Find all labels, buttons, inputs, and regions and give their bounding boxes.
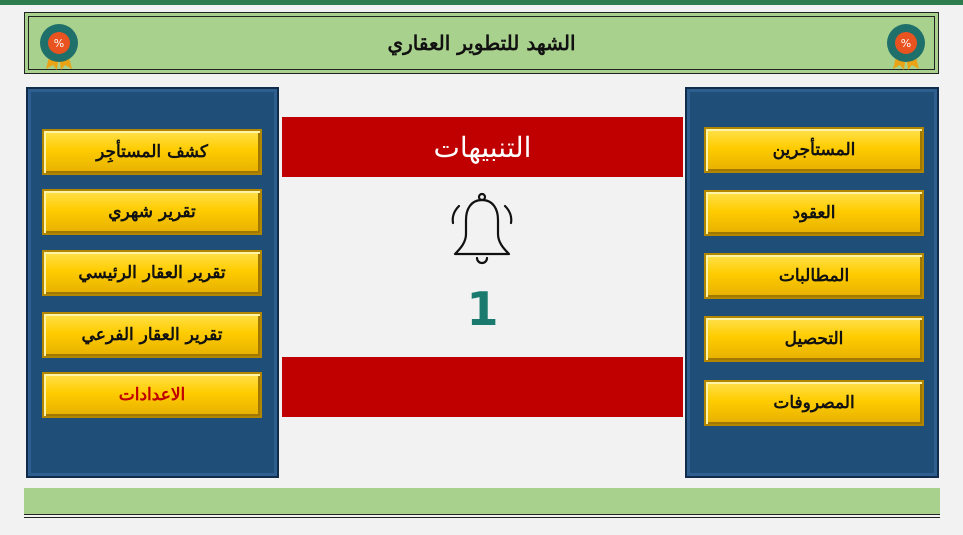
footer-divider: [24, 517, 940, 518]
tenant-statement-button[interactable]: كشف المستأجِر: [42, 129, 262, 175]
contracts-button[interactable]: العقود: [704, 190, 924, 236]
svg-text:%: %: [901, 37, 911, 50]
svg-text:%: %: [54, 37, 64, 50]
alerts-footer-bar: [282, 357, 683, 417]
top-accent-line: [0, 0, 963, 5]
alerts-header-bar: التنبيهات: [282, 117, 683, 177]
footer-divider: [24, 514, 940, 515]
settings-button[interactable]: الاعدادات: [42, 372, 262, 418]
alerts-count: 1: [466, 282, 499, 336]
header-banner: الشهد للتطوير العقاري % %: [24, 12, 939, 74]
claims-button[interactable]: المطالبات: [704, 253, 924, 299]
bell-icon[interactable]: [447, 192, 517, 270]
sub-property-report-button[interactable]: تقرير العقار الفرعي: [42, 312, 262, 358]
percent-medal-icon: %: [40, 24, 78, 70]
right-menu-panel: المستأجرين العقود المطالبات التحصيل المص…: [685, 87, 939, 478]
monthly-report-button[interactable]: تقرير شهري: [42, 189, 262, 235]
collection-button[interactable]: التحصيل: [704, 316, 924, 362]
main-property-report-button[interactable]: تقرير العقار الرئيسي: [42, 250, 262, 296]
footer-bar: [24, 488, 940, 514]
alerts-title: التنبيهات: [433, 130, 532, 164]
percent-medal-icon: %: [887, 24, 925, 70]
alerts-section: التنبيهات 1: [282, 117, 683, 417]
left-menu-panel: كشف المستأجِر تقرير شهري تقرير العقار ال…: [26, 87, 279, 478]
app-title: الشهد للتطوير العقاري: [387, 31, 576, 55]
expenses-button[interactable]: المصروفات: [704, 380, 924, 426]
tenants-button[interactable]: المستأجرين: [704, 127, 924, 173]
